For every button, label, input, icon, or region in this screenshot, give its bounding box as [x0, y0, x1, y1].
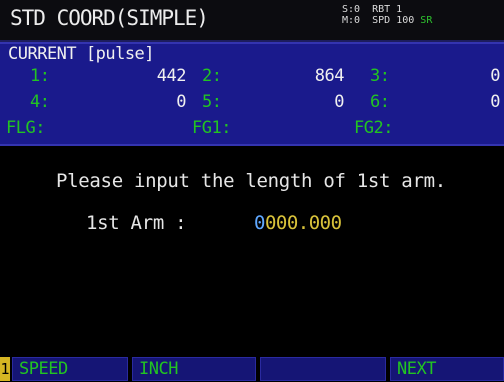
axis-1-label: 1: [30, 66, 50, 86]
inch-button[interactable]: INCH [132, 357, 256, 381]
speed-button[interactable]: SPEED [12, 357, 128, 381]
axis-2-value: 864 [314, 66, 345, 86]
flag-fg1-label: FG1: [192, 118, 231, 138]
status-extra: SR [420, 15, 433, 26]
flag-fg2-label: FG2: [354, 118, 393, 138]
axis-1-value: 442 [156, 66, 187, 86]
axis-6-label: 6: [370, 92, 390, 112]
axis-3-label: 3: [370, 66, 390, 86]
prompt-message: Please input the length of 1st arm. [56, 170, 446, 192]
axis-2-label: 2: [202, 66, 222, 86]
input-cursor-digit: 0 [254, 212, 265, 234]
screen-title: STD COORD(SIMPLE) [10, 6, 209, 30]
arm-length-label: 1st Arm : [86, 212, 187, 234]
axis-6-value: 0 [490, 92, 500, 112]
status-indicator: S:0 RBT 1 M:0 SPD 100 SR [342, 4, 432, 26]
axis-3-value: 0 [490, 66, 500, 86]
status-line-1: S:0 RBT 1 [342, 4, 403, 15]
status-speed-value: 100 [396, 15, 415, 26]
title-bar: STD COORD(SIMPLE) S:0 RBT 1 M:0 SPD 100 … [0, 0, 504, 42]
function-key-bar: 1 SPEED INCH NEXT [0, 356, 504, 382]
axis-5-value: 0 [334, 92, 344, 112]
pendant-screen: STD COORD(SIMPLE) S:0 RBT 1 M:0 SPD 100 … [0, 0, 504, 382]
fkey-page-number: 1 [0, 357, 10, 381]
axis-4-label: 4: [30, 92, 50, 112]
flag-flg-label: FLG: [6, 118, 45, 138]
next-button[interactable]: NEXT [390, 357, 504, 381]
panel-title: CURRENT [pulse] [8, 44, 155, 64]
status-line-2: M:0 SPD 100 SR [342, 15, 432, 26]
input-value-rest: 000.000 [264, 212, 342, 234]
f3-button[interactable] [260, 357, 386, 381]
axis-4-value: 0 [176, 92, 186, 112]
status-speed-label: M:0 SPD [342, 15, 391, 26]
axis-5-label: 5: [202, 92, 222, 112]
arm-length-input[interactable]: 0000.000 [254, 212, 342, 234]
current-position-panel: CURRENT [pulse] 1: 442 2: 864 3: 0 4: 0 … [0, 42, 504, 146]
